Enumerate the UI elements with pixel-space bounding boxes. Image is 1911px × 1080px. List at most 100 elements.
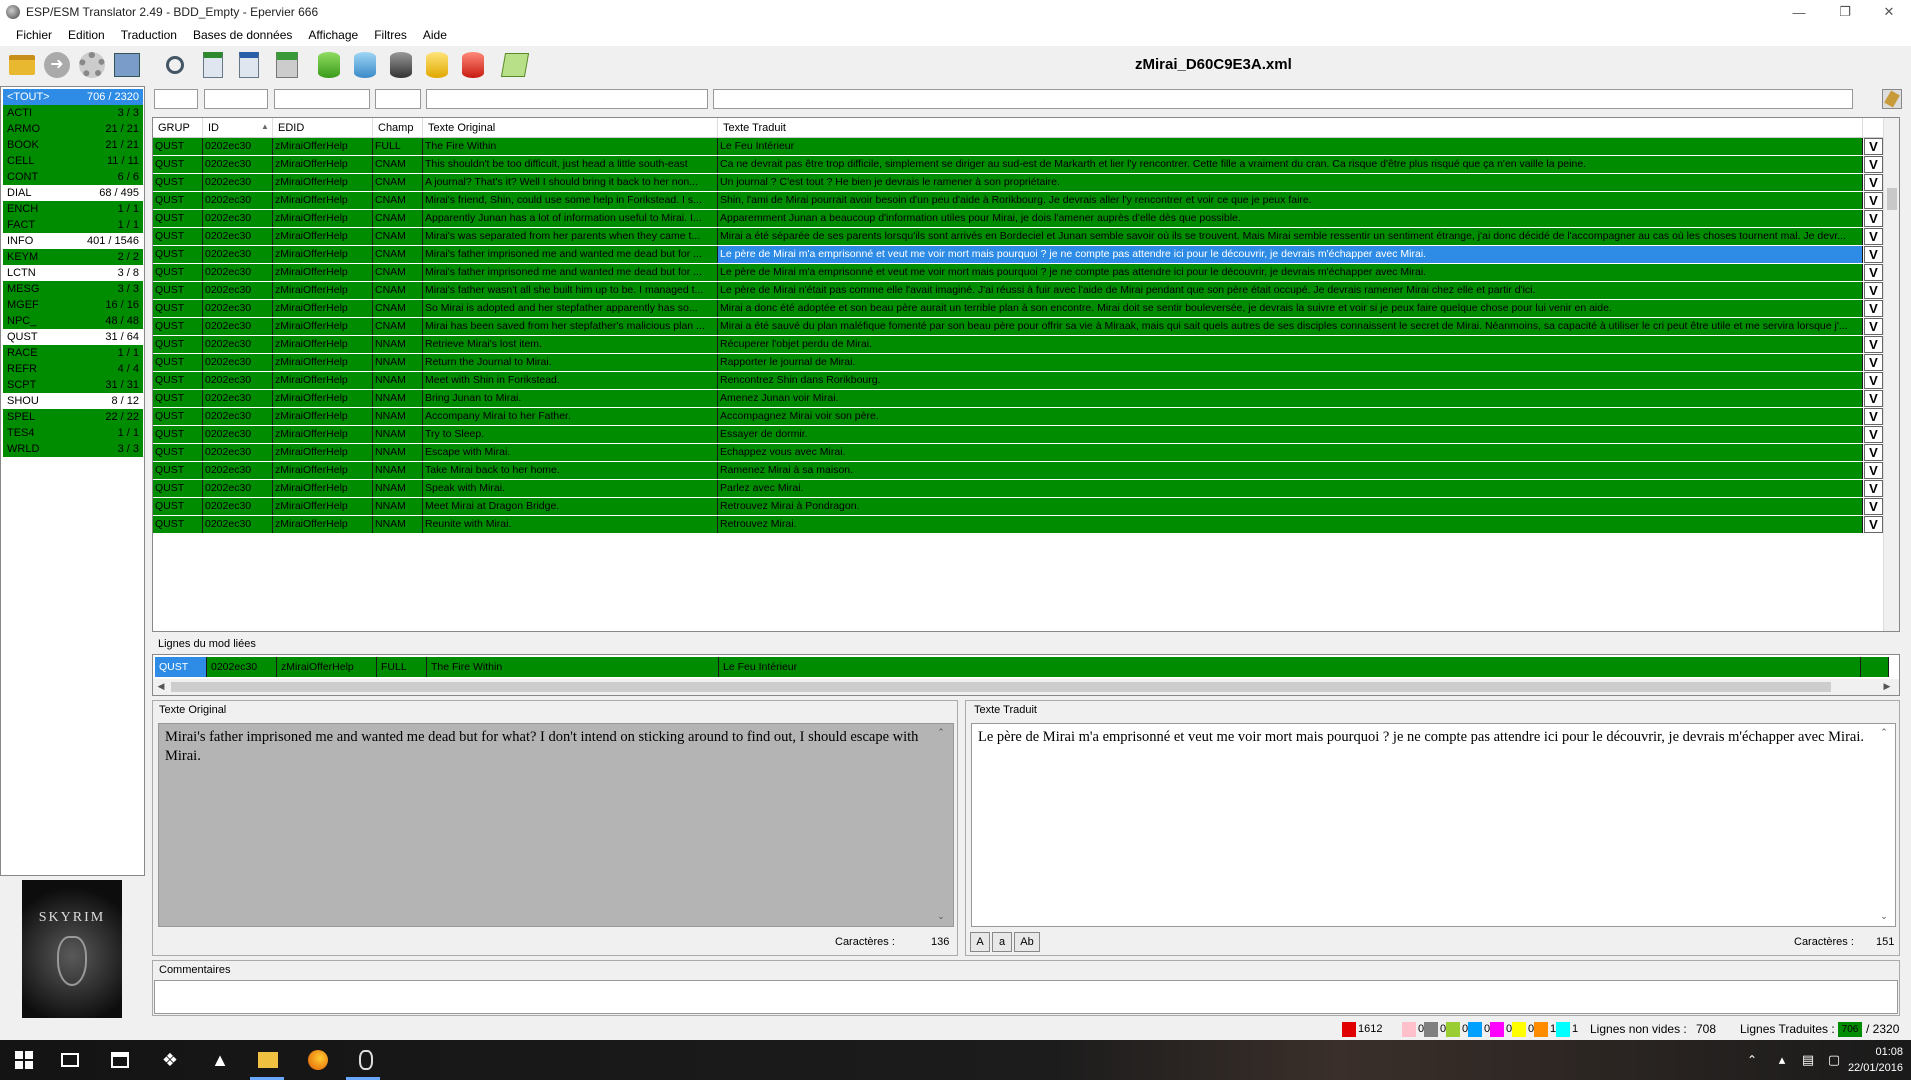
filter-original-input[interactable] — [426, 89, 708, 109]
validate-row-button[interactable]: V — [1864, 300, 1883, 317]
validate-row-button[interactable]: V — [1864, 336, 1883, 353]
validate-row-button[interactable]: V — [1864, 480, 1883, 497]
grid-scroll-thumb[interactable] — [1887, 188, 1897, 210]
linked-row[interactable]: QUST 0202ec30 zMiraiOfferHelp FULL The F… — [153, 655, 1899, 677]
table-row[interactable]: QUST 0202ec30 zMiraiOfferHelp CNAM Mirai's f… — [153, 264, 1899, 282]
category-item[interactable]: RACE 1 / 1 — [3, 345, 143, 361]
db-red-button[interactable] — [458, 50, 488, 80]
category-item[interactable]: MGEF 16 / 16 — [3, 297, 143, 313]
status-color-swatch[interactable] — [1468, 1022, 1482, 1037]
category-item[interactable]: NPC_ 48 / 48 — [3, 313, 143, 329]
db-yellow-button[interactable] — [422, 50, 452, 80]
category-item[interactable]: BOOK 21 / 21 — [3, 137, 143, 153]
menu-bases-de-donnees[interactable]: Bases de données — [185, 28, 300, 42]
status-color-swatch[interactable] — [1446, 1022, 1460, 1037]
firefox-icon[interactable] — [306, 1048, 330, 1072]
linked-horizontal-scrollbar[interactable]: ◀ ▶ — [153, 679, 1899, 695]
table-row[interactable]: QUST 0202ec30 zMiraiOfferHelp NNAM Meet Mira… — [153, 498, 1899, 516]
search-button[interactable] — [160, 50, 190, 80]
wifi-icon[interactable]: ▴ — [1770, 1048, 1794, 1072]
notifications-icon[interactable]: ▢ — [1822, 1048, 1846, 1072]
category-item[interactable]: CELL 11 / 11 — [3, 153, 143, 169]
validate-row-button[interactable]: V — [1864, 516, 1883, 533]
export-button[interactable] — [198, 50, 228, 80]
col-header-translated[interactable]: Texte Traduit — [718, 118, 1863, 138]
minimize-icon[interactable]: — — [1776, 0, 1822, 24]
db-gray-button[interactable] — [386, 50, 416, 80]
table-row[interactable]: QUST 0202ec30 zMiraiOfferHelp NNAM Escape wi… — [153, 444, 1899, 462]
table-row[interactable]: QUST 0202ec30 zMiraiOfferHelp CNAM Mirai's f… — [153, 246, 1899, 264]
scroll-left-icon[interactable]: ◀ — [153, 681, 169, 692]
table-row[interactable]: QUST 0202ec30 zMiraiOfferHelp NNAM Speak wit… — [153, 480, 1899, 498]
status-color-swatch[interactable] — [1490, 1022, 1504, 1037]
validate-row-button[interactable]: V — [1864, 156, 1883, 173]
table-row[interactable]: QUST 0202ec30 zMiraiOfferHelp CNAM Mirai's w… — [153, 228, 1899, 246]
col-header-champ[interactable]: Champ — [373, 118, 423, 138]
validate-row-button[interactable]: V — [1864, 408, 1883, 425]
menu-traduction[interactable]: Traduction — [113, 28, 185, 42]
restore-icon[interactable]: ❐ — [1822, 0, 1868, 24]
status-color-swatch[interactable] — [1402, 1022, 1416, 1037]
category-item[interactable]: ENCH 1 / 1 — [3, 201, 143, 217]
import-button[interactable] — [234, 50, 264, 80]
table-row[interactable]: QUST 0202ec30 zMiraiOfferHelp CNAM So Mirai … — [153, 300, 1899, 318]
col-header-grup[interactable]: GRUP — [153, 118, 203, 138]
category-item[interactable]: ACTI 3 / 3 — [3, 105, 143, 121]
filter-champ-input[interactable] — [375, 89, 421, 109]
category-item[interactable]: SPEL 22 / 22 — [3, 409, 143, 425]
table-row[interactable]: QUST 0202ec30 zMiraiOfferHelp CNAM A journal… — [153, 174, 1899, 192]
category-item[interactable]: <TOUT> 706 / 2320 — [3, 89, 143, 105]
settings-button[interactable] — [77, 50, 107, 80]
table-row[interactable]: QUST 0202ec30 zMiraiOfferHelp CNAM Mirai's f… — [153, 192, 1899, 210]
category-item[interactable]: TES4 1 / 1 — [3, 425, 143, 441]
grid-vertical-scrollbar[interactable] — [1883, 118, 1899, 631]
category-item[interactable]: REFR 4 / 4 — [3, 361, 143, 377]
navigate-button[interactable]: ➜ — [42, 50, 72, 80]
status-color-swatch[interactable] — [1534, 1022, 1548, 1037]
tray-chevron-icon[interactable]: ⌃ — [1740, 1048, 1764, 1072]
table-row[interactable]: QUST 0202ec30 zMiraiOfferHelp NNAM Take Mira… — [153, 462, 1899, 480]
table-row[interactable]: QUST 0202ec30 zMiraiOfferHelp CNAM Mirai has… — [153, 318, 1899, 336]
close-icon[interactable]: ✕ — [1866, 0, 1911, 24]
validate-row-button[interactable]: V — [1864, 444, 1883, 461]
table-row[interactable]: QUST 0202ec30 zMiraiOfferHelp CNAM Mirai's f… — [153, 282, 1899, 300]
validate-row-button[interactable]: V — [1864, 174, 1883, 191]
validate-row-button[interactable]: V — [1864, 138, 1883, 155]
menu-edition[interactable]: Edition — [60, 28, 113, 42]
task-view-icon[interactable] — [58, 1048, 82, 1072]
upload-button[interactable] — [272, 50, 302, 80]
original-scroll-down-icon[interactable]: ⌄ — [933, 911, 949, 922]
validate-row-button[interactable]: V — [1864, 210, 1883, 227]
game-launcher-icon[interactable]: ▲ — [208, 1048, 232, 1072]
category-item[interactable]: SCPT 31 / 31 — [3, 377, 143, 393]
db-blue-button[interactable] — [350, 50, 380, 80]
store-icon[interactable] — [108, 1048, 132, 1072]
table-row[interactable]: QUST 0202ec30 zMiraiOfferHelp CNAM This shou… — [153, 156, 1899, 174]
table-row[interactable]: QUST 0202ec30 zMiraiOfferHelp CNAM Apparentl… — [153, 210, 1899, 228]
capitalize-button[interactable]: Ab — [1014, 932, 1040, 952]
table-row[interactable]: QUST 0202ec30 zMiraiOfferHelp NNAM Try to Sl… — [153, 426, 1899, 444]
category-item[interactable]: KEYM 2 / 2 — [3, 249, 143, 265]
original-text-area[interactable]: Mirai's father imprisoned me and wanted … — [158, 723, 954, 927]
edit-button[interactable] — [112, 50, 142, 80]
table-row[interactable]: QUST 0202ec30 zMiraiOfferHelp FULL The Fire … — [153, 138, 1899, 156]
lowercase-button[interactable]: a — [992, 932, 1012, 952]
table-row[interactable]: QUST 0202ec30 zMiraiOfferHelp NNAM Bring Jun… — [153, 390, 1899, 408]
table-row[interactable]: QUST 0202ec30 zMiraiOfferHelp NNAM Accompany… — [153, 408, 1899, 426]
skyrim-taskbar-icon[interactable] — [354, 1048, 378, 1072]
clear-filter-button[interactable] — [1882, 89, 1902, 109]
status-color-swatch[interactable] — [1342, 1022, 1356, 1037]
linked-scroll-thumb[interactable] — [171, 682, 1831, 692]
filter-grup-input[interactable] — [154, 89, 198, 109]
validate-row-button[interactable]: V — [1864, 282, 1883, 299]
validate-row-button[interactable]: V — [1864, 390, 1883, 407]
uppercase-button[interactable]: A — [970, 932, 990, 952]
category-item[interactable]: CONT 6 / 6 — [3, 169, 143, 185]
filter-translated-input[interactable] — [713, 89, 1853, 109]
notes-button[interactable] — [500, 50, 530, 80]
validate-row-button[interactable]: V — [1864, 462, 1883, 479]
validate-row-button[interactable]: V — [1864, 192, 1883, 209]
menu-filtres[interactable]: Filtres — [366, 28, 415, 42]
col-header-original[interactable]: Texte Original — [423, 118, 718, 138]
category-item[interactable]: WRLD 3 / 3 — [3, 441, 143, 457]
